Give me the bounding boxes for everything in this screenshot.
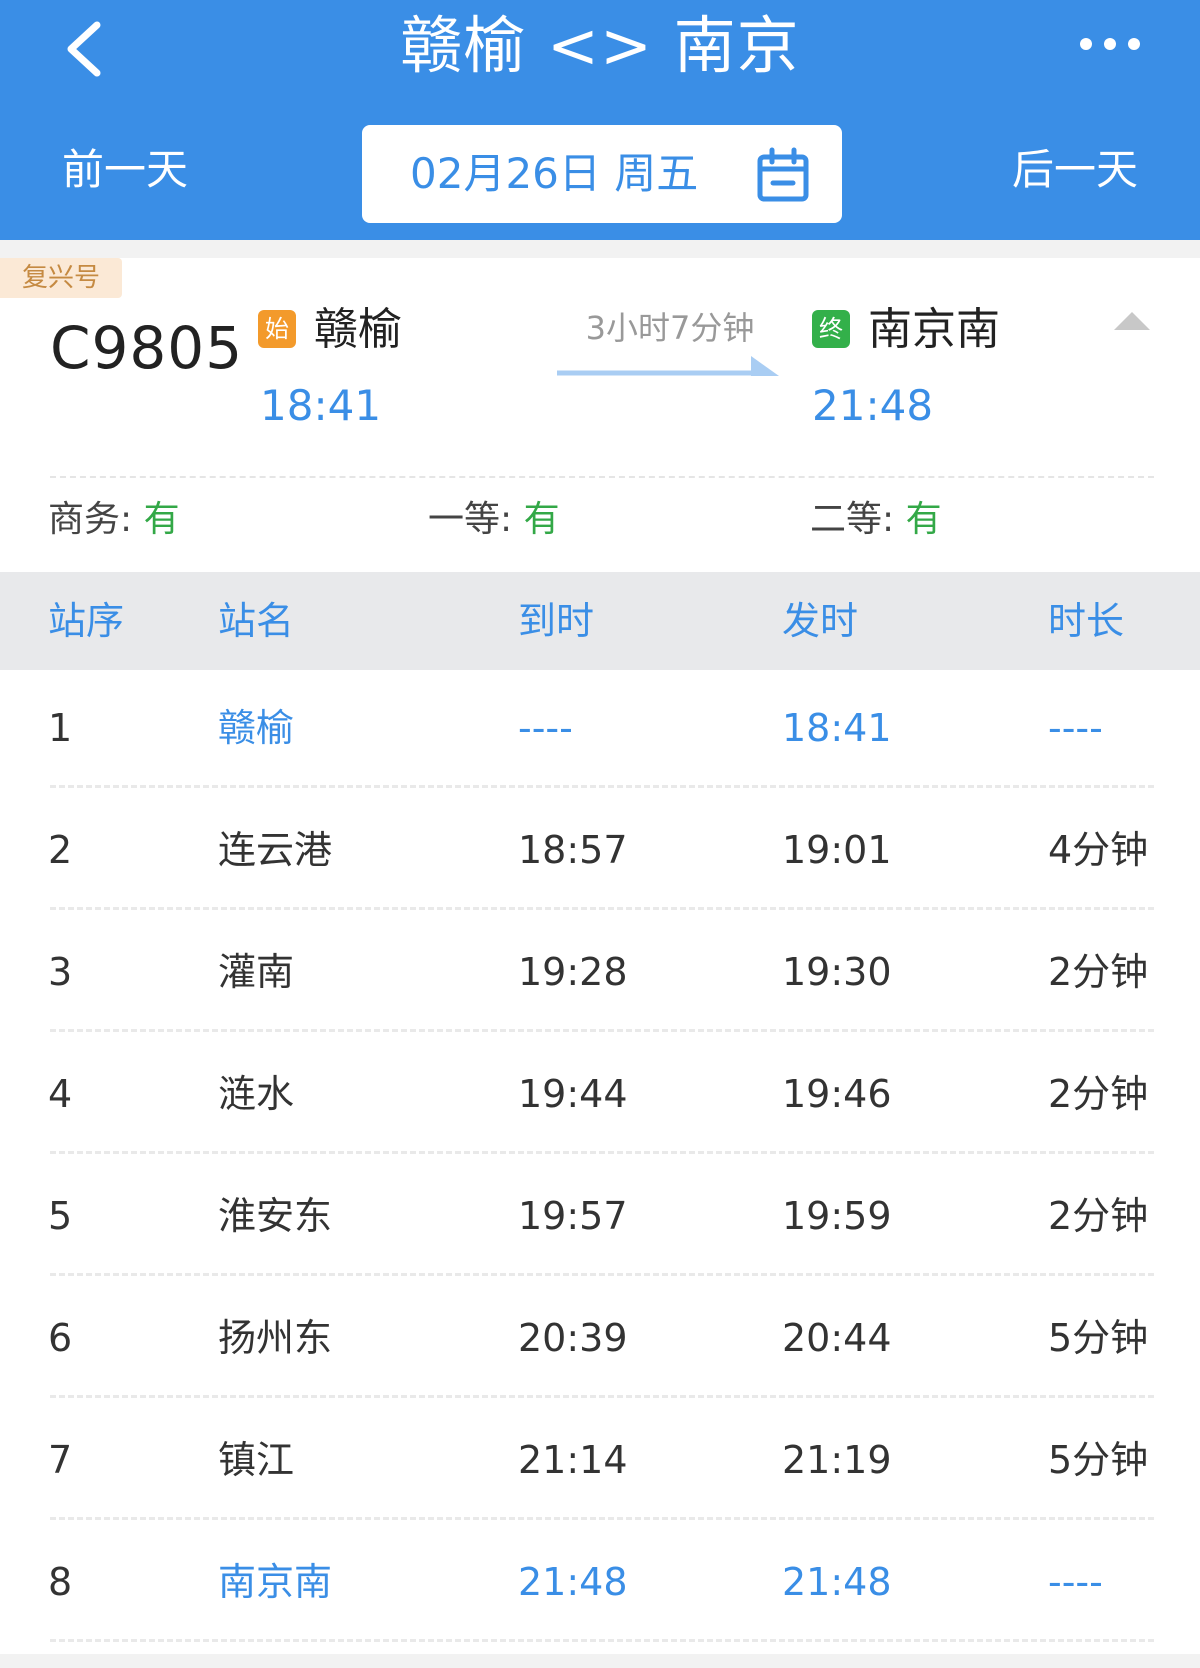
row-seq: 5: [48, 1194, 73, 1238]
header-arrive: 到时: [518, 599, 595, 643]
row-divider: [50, 1029, 1154, 1032]
seat-second-class: 二等: 有: [810, 492, 942, 548]
date-picker[interactable]: 02月26日 周五: [362, 125, 842, 223]
seat-business-label: 商务:: [48, 499, 133, 540]
more-dots-icon: [1080, 38, 1140, 50]
row-arrive: 19:28: [518, 950, 628, 994]
row-depart: 18:41: [782, 706, 892, 750]
row-station: 扬州东: [218, 1316, 333, 1360]
table-row[interactable]: 8 南京南 21:48 21:48 ----: [0, 1524, 1200, 1646]
end-badge-icon: 终: [812, 310, 850, 348]
row-station: 涟水: [218, 1072, 295, 1116]
row-depart: 19:01: [782, 828, 892, 872]
header-depart: 发时: [782, 599, 859, 643]
row-stop: 2分钟: [1048, 1194, 1149, 1238]
travel-duration: 3小时7分钟: [585, 309, 755, 347]
row-seq: 6: [48, 1316, 73, 1360]
table-row[interactable]: 7 镇江 21:14 21:19 5分钟: [0, 1402, 1200, 1524]
depart-time: 18:41: [260, 381, 382, 430]
row-depart: 19:46: [782, 1072, 892, 1116]
row-divider: [50, 907, 1154, 910]
arrow-right-icon: [557, 356, 779, 376]
row-stop: ----: [1048, 1560, 1103, 1604]
divider: [50, 476, 1154, 478]
row-depart: 19:30: [782, 950, 892, 994]
row-arrive: ----: [518, 706, 573, 750]
row-depart: 21:19: [782, 1438, 892, 1482]
row-stop: 4分钟: [1048, 828, 1149, 872]
bottom-strip: [0, 1654, 1200, 1668]
row-stop: 5分钟: [1048, 1438, 1149, 1482]
next-day-button[interactable]: 后一天: [1012, 140, 1138, 200]
seat-first-class: 一等: 有: [428, 492, 560, 548]
seat-second-value: 有: [905, 499, 942, 540]
date-text: 02月26日 周五: [410, 149, 699, 198]
row-arrive: 18:57: [518, 828, 628, 872]
row-stop: 2分钟: [1048, 950, 1149, 994]
top-bar: 赣榆 <> 南京 前一天 02月26日 周五 后一天: [0, 0, 1200, 240]
header-stop-duration: 时长: [1048, 599, 1125, 643]
table-header: 站序 站名 到时 发时 时长: [0, 572, 1200, 670]
row-station: 连云港: [218, 828, 333, 872]
prev-day-button[interactable]: 前一天: [62, 140, 188, 200]
start-badge-icon: 始: [258, 310, 296, 348]
row-divider: [50, 1273, 1154, 1276]
row-station: 灌南: [218, 950, 295, 994]
seat-first-value: 有: [523, 499, 560, 540]
row-seq: 1: [48, 706, 73, 750]
table-row[interactable]: 3 灌南 19:28 19:30 2分钟: [0, 914, 1200, 1036]
row-stop: 5分钟: [1048, 1316, 1149, 1360]
row-stop: 2分钟: [1048, 1072, 1149, 1116]
row-arrive: 21:48: [518, 1560, 628, 1604]
row-arrive: 19:57: [518, 1194, 628, 1238]
row-divider: [50, 1517, 1154, 1520]
row-station: 镇江: [218, 1438, 295, 1482]
row-depart: 19:59: [782, 1194, 892, 1238]
table-row[interactable]: 6 扬州东 20:39 20:44 5分钟: [0, 1280, 1200, 1402]
header-station: 站名: [218, 599, 295, 643]
train-summary-card: 复兴号 C9805 始 赣榆 18:41 3小时7分钟 终 南京南 21:48 …: [0, 258, 1200, 572]
table-row[interactable]: 2 连云港 18:57 19:01 4分钟: [0, 792, 1200, 914]
table-row[interactable]: 1 赣榆 ---- 18:41 ----: [0, 670, 1200, 792]
seat-second-label: 二等:: [810, 499, 895, 540]
page-title: 赣榆 <> 南京: [400, 9, 800, 82]
calendar-icon: [757, 147, 809, 202]
row-divider: [50, 1151, 1154, 1154]
seat-business: 商务: 有: [48, 492, 180, 548]
train-number: C9805: [50, 314, 244, 382]
row-seq: 2: [48, 828, 73, 872]
row-arrive: 20:39: [518, 1316, 628, 1360]
row-seq: 8: [48, 1560, 73, 1604]
to-station: 南京南: [868, 304, 1000, 355]
train-type-tag: 复兴号: [0, 258, 123, 298]
table-row[interactable]: 4 涟水 19:44 19:46 2分钟: [0, 1036, 1200, 1158]
row-divider: [50, 1395, 1154, 1398]
row-station: 赣榆: [218, 706, 295, 750]
caret-up-icon[interactable]: [1110, 306, 1154, 336]
arrive-time: 21:48: [812, 381, 934, 430]
stop-list: 1 赣榆 ---- 18:41 ---- 2 连云港 18:57 19:01 4…: [0, 670, 1200, 1654]
seat-first-label: 一等:: [428, 499, 513, 540]
from-station: 赣榆: [314, 304, 402, 355]
row-seq: 4: [48, 1072, 73, 1116]
row-divider: [50, 785, 1154, 788]
row-seq: 7: [48, 1438, 73, 1482]
row-arrive: 21:14: [518, 1438, 628, 1482]
row-depart: 21:48: [782, 1560, 892, 1604]
more-button[interactable]: [1070, 22, 1150, 66]
row-depart: 20:44: [782, 1316, 892, 1360]
row-arrive: 19:44: [518, 1072, 628, 1116]
seat-business-value: 有: [143, 499, 180, 540]
row-station: 南京南: [218, 1560, 333, 1604]
row-divider: [50, 1639, 1154, 1642]
header-seq: 站序: [48, 599, 125, 643]
row-station: 淮安东: [218, 1194, 333, 1238]
row-seq: 3: [48, 950, 73, 994]
row-stop: ----: [1048, 706, 1103, 750]
table-row[interactable]: 5 淮安东 19:57 19:59 2分钟: [0, 1158, 1200, 1280]
